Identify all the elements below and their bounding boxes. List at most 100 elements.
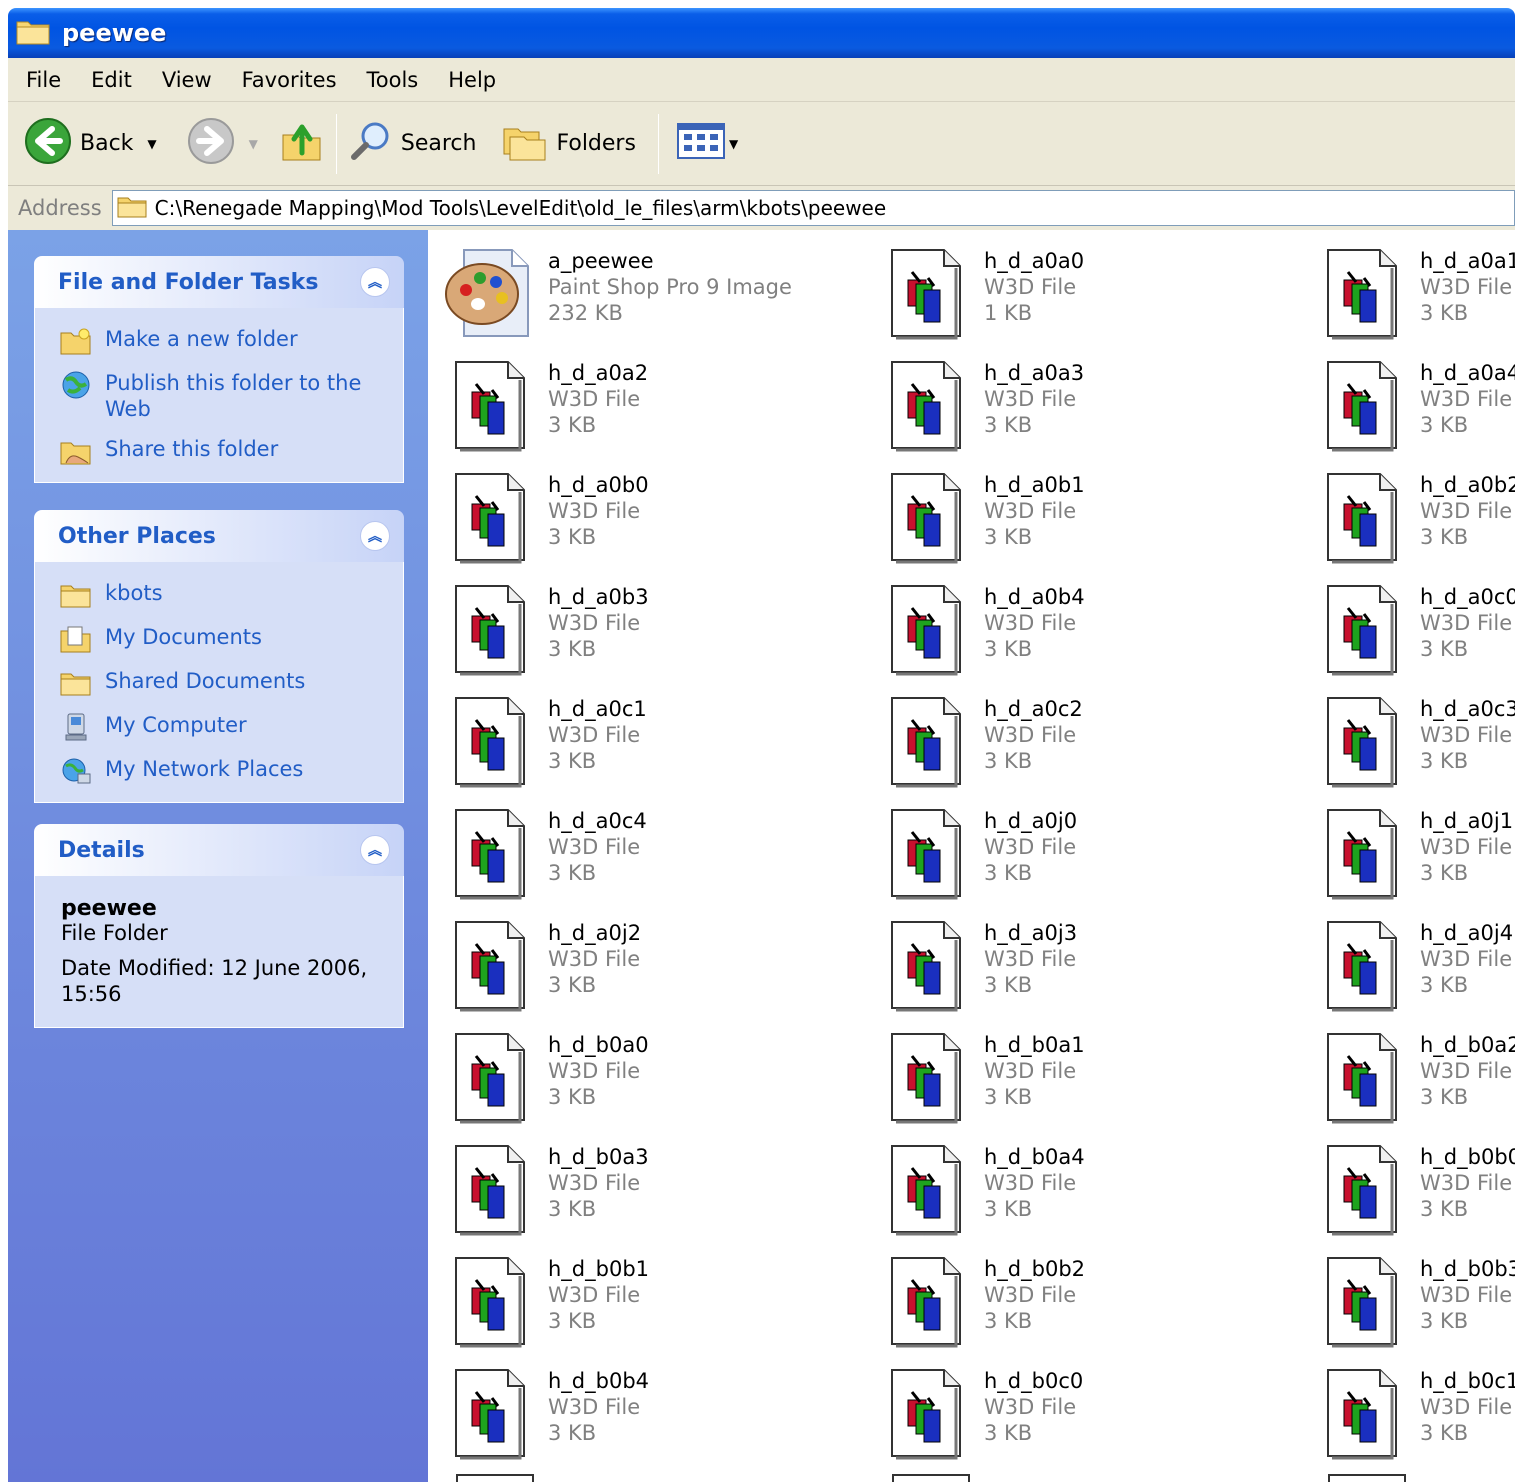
file-item[interactable]: h_d_b0b0 W3D File 3 KB: [1310, 1138, 1515, 1238]
w3d-file-icon: [438, 690, 538, 790]
file-item[interactable]: h_d_a0j4 W3D File 3 KB: [1310, 914, 1515, 1014]
file-item[interactable]: h_d_a0b3 W3D File 3 KB: [438, 578, 868, 678]
file-name: h_d_a0c0: [1420, 585, 1515, 609]
file-item[interactable]: h_d_a0a1 W3D File 3 KB: [1310, 242, 1515, 342]
file-type: W3D File: [1420, 1395, 1513, 1419]
views-button[interactable]: ▼: [671, 116, 744, 172]
place-my-documents[interactable]: My Documents: [59, 624, 387, 654]
place-kbots[interactable]: kbots: [59, 580, 387, 610]
menu-edit[interactable]: Edit: [76, 68, 147, 92]
file-item[interactable]: h_d_b0b1 W3D File 3 KB: [438, 1250, 868, 1350]
file-item[interactable]: h_d_b0a0 W3D File 3 KB: [438, 1026, 868, 1126]
title-bar[interactable]: peewee: [8, 8, 1515, 58]
address-field[interactable]: C:\Renegade Mapping\Mod Tools\LevelEdit\…: [111, 190, 1515, 226]
place-my-computer[interactable]: My Computer: [59, 712, 387, 742]
menu-favorites[interactable]: Favorites: [227, 68, 352, 92]
file-item[interactable]: h_d_b0b3 W3D File 3 KB: [1310, 1250, 1515, 1350]
file-item[interactable]: h_d_b0b2 W3D File 3 KB: [874, 1250, 1304, 1350]
file-name: h_d_a0a3: [984, 361, 1085, 385]
file-item[interactable]: h_d_b0c1 W3D File 3 KB: [1310, 1362, 1515, 1462]
file-item[interactable]: h_d_a0c2 W3D File 3 KB: [874, 690, 1304, 790]
collapse-chevron-icon[interactable]: ︽: [360, 267, 390, 297]
file-item[interactable]: h_d_a0a2 W3D File 3 KB: [438, 354, 868, 454]
file-item[interactable]: h_d_b0a4 W3D File 3 KB: [874, 1138, 1304, 1238]
file-info: h_d_a0j3 W3D File 3 KB: [974, 914, 1077, 1014]
back-dropdown-icon[interactable]: ▼: [147, 137, 156, 151]
file-item[interactable]: h_d_a0c1 W3D File 3 KB: [438, 690, 868, 790]
file-list-view[interactable]: a_peewee Paint Shop Pro 9 Image 232 KB h_d_…: [428, 230, 1515, 1482]
panel-header[interactable]: Details ︽: [34, 824, 404, 876]
file-name: h_d_b0a0: [548, 1033, 649, 1057]
folders-button[interactable]: Folders: [496, 116, 641, 172]
file-item[interactable]: h_d_b0a3 W3D File 3 KB: [438, 1138, 868, 1238]
file-item-partial[interactable]: [456, 1474, 534, 1482]
file-info: h_d_a0b2 W3D File 3 KB: [1410, 466, 1515, 566]
file-name: h_d_a0b2: [1420, 473, 1515, 497]
file-info: h_d_b0b1 W3D File 3 KB: [538, 1250, 649, 1350]
file-type: W3D File: [984, 1059, 1077, 1083]
file-type: W3D File: [984, 947, 1077, 971]
menu-help[interactable]: Help: [433, 68, 511, 92]
w3d-file-icon: [438, 1362, 538, 1462]
file-type: W3D File: [984, 1283, 1077, 1307]
w3d-file-icon: [874, 242, 974, 342]
window-title: peewee: [62, 19, 167, 47]
w3d-file-icon: [438, 1250, 538, 1350]
w3d-file-icon: [1310, 914, 1410, 1014]
place-shared-documents[interactable]: Shared Documents: [59, 668, 387, 698]
menu-file[interactable]: File: [8, 68, 76, 92]
file-item[interactable]: h_d_a0b0 W3D File 3 KB: [438, 466, 868, 566]
file-item-partial[interactable]: [1328, 1474, 1406, 1482]
task-publish-folder-web[interactable]: Publish this folder to the Web: [59, 370, 387, 422]
w3d-file-icon: [1310, 578, 1410, 678]
file-name: h_d_b0a4: [984, 1145, 1085, 1169]
file-item[interactable]: a_peewee Paint Shop Pro 9 Image 232 KB: [438, 242, 868, 342]
file-item[interactable]: h_d_a0j2 W3D File 3 KB: [438, 914, 868, 1014]
file-item[interactable]: h_d_b0c0 W3D File 3 KB: [874, 1362, 1304, 1462]
file-type: W3D File: [548, 1283, 641, 1307]
collapse-chevron-icon[interactable]: ︽: [360, 835, 390, 865]
views-dropdown-icon[interactable]: ▼: [729, 137, 738, 151]
forward-dropdown-icon[interactable]: ▼: [249, 137, 258, 151]
file-item[interactable]: h_d_b0b4 W3D File 3 KB: [438, 1362, 868, 1462]
file-size: 3 KB: [1420, 973, 1469, 997]
file-item[interactable]: h_d_a0j0 W3D File 3 KB: [874, 802, 1304, 902]
w3d-file-icon: [1310, 1026, 1410, 1126]
w3d-file-icon: [874, 802, 974, 902]
file-type: W3D File: [984, 611, 1077, 635]
file-item[interactable]: h_d_a0a0 W3D File 1 KB: [874, 242, 1304, 342]
file-item[interactable]: h_d_a0b1 W3D File 3 KB: [874, 466, 1304, 566]
file-type: Paint Shop Pro 9 Image: [548, 275, 792, 299]
search-button[interactable]: Search: [343, 116, 483, 172]
up-folder-button[interactable]: [274, 116, 330, 172]
file-item[interactable]: h_d_b0a2 W3D File 3 KB: [1310, 1026, 1515, 1126]
w3d-file-icon: [1310, 690, 1410, 790]
menu-view[interactable]: View: [147, 68, 227, 92]
task-make-new-folder[interactable]: Make a new folder: [59, 326, 387, 356]
collapse-chevron-icon[interactable]: ︽: [360, 521, 390, 551]
back-button[interactable]: Back ▼: [18, 116, 163, 172]
place-my-network-places[interactable]: My Network Places: [59, 756, 387, 786]
place-label: kbots: [105, 581, 163, 605]
file-item[interactable]: h_d_a0c0 W3D File 3 KB: [1310, 578, 1515, 678]
panel-header[interactable]: File and Folder Tasks ︽: [34, 256, 404, 308]
panel-header[interactable]: Other Places ︽: [34, 510, 404, 562]
file-item[interactable]: h_d_b0a1 W3D File 3 KB: [874, 1026, 1304, 1126]
forward-button[interactable]: ▼: [181, 116, 264, 172]
file-size: 3 KB: [1420, 525, 1469, 549]
file-item-partial[interactable]: [892, 1474, 970, 1482]
file-item[interactable]: h_d_a0j1 W3D File 3 KB: [1310, 802, 1515, 902]
task-share-folder[interactable]: Share this folder: [59, 436, 387, 466]
file-item[interactable]: h_d_a0a3 W3D File 3 KB: [874, 354, 1304, 454]
file-size: 3 KB: [984, 637, 1033, 661]
file-item[interactable]: h_d_a0c4 W3D File 3 KB: [438, 802, 868, 902]
file-item[interactable]: h_d_a0j3 W3D File 3 KB: [874, 914, 1304, 1014]
w3d-file-icon: [874, 1138, 974, 1238]
file-item[interactable]: h_d_a0b4 W3D File 3 KB: [874, 578, 1304, 678]
menu-tools[interactable]: Tools: [352, 68, 434, 92]
file-item[interactable]: h_d_a0b2 W3D File 3 KB: [1310, 466, 1515, 566]
file-info: h_d_b0a3 W3D File 3 KB: [538, 1138, 649, 1238]
file-item[interactable]: h_d_a0a4 W3D File 3 KB: [1310, 354, 1515, 454]
file-item[interactable]: h_d_a0c3 W3D File 3 KB: [1310, 690, 1515, 790]
file-name: h_d_a0j3: [984, 921, 1078, 945]
